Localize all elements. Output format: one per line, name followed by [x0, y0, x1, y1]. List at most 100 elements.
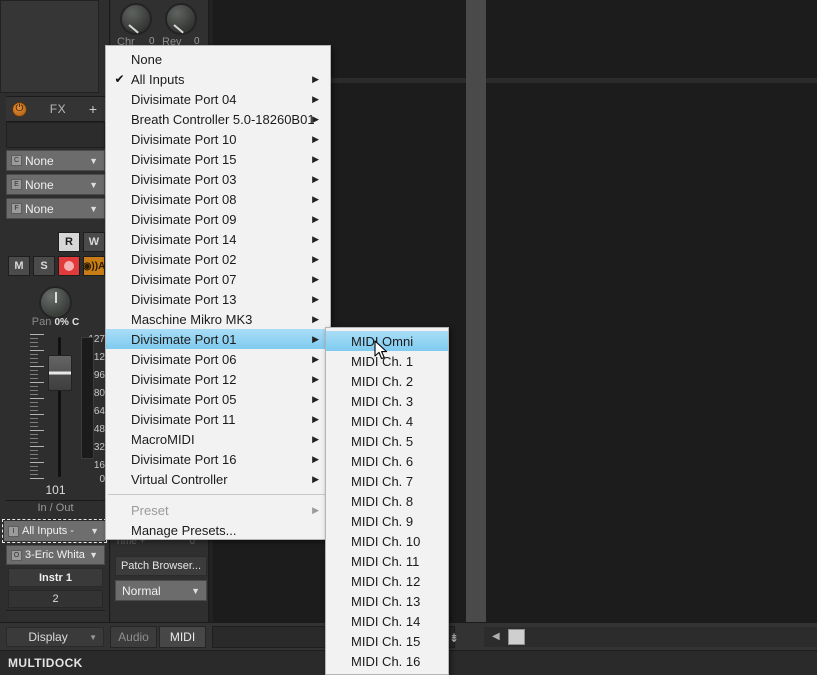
- submenu-item[interactable]: MIDI Ch. 3: [326, 391, 448, 411]
- display-selector[interactable]: Display ▼: [6, 627, 104, 647]
- menu-item[interactable]: Divisimate Port 06 ▶: [106, 349, 330, 369]
- menu-item[interactable]: ✔ All Inputs ▶: [106, 69, 330, 89]
- patch-browser-button[interactable]: Patch Browser...: [115, 556, 207, 576]
- chevron-down-icon[interactable]: ▼: [89, 550, 98, 560]
- menu-item[interactable]: Divisimate Port 16 ▶: [106, 449, 330, 469]
- strip-footer: [6, 610, 105, 620]
- chevron-down-icon[interactable]: ▼: [90, 526, 99, 536]
- chevron-down-icon[interactable]: ▼: [191, 586, 200, 596]
- volume-fader-handle[interactable]: [48, 355, 72, 391]
- menu-item[interactable]: Divisimate Port 07 ▶: [106, 269, 330, 289]
- power-icon[interactable]: ⏻: [12, 101, 27, 117]
- submenu-item[interactable]: MIDI Omni: [326, 331, 448, 351]
- reverb-send-knob[interactable]: [165, 3, 197, 35]
- input-monitor-button[interactable]: ◉)) A: [83, 256, 105, 276]
- submenu-item[interactable]: MIDI Ch. 8: [326, 491, 448, 511]
- write-automation-button[interactable]: W: [83, 232, 105, 252]
- pan-knob[interactable]: [39, 286, 72, 319]
- insert-slot-1[interactable]: C None ▼: [6, 150, 105, 171]
- menu-item[interactable]: MacroMIDI ▶: [106, 429, 330, 449]
- submenu-item-label: MIDI Ch. 8: [351, 493, 414, 509]
- menu-item[interactable]: Divisimate Port 03 ▶: [106, 169, 330, 189]
- submenu-arrow-icon: ▶: [312, 353, 319, 364]
- chevron-down-icon[interactable]: ▼: [89, 633, 97, 642]
- scroll-down-icon[interactable]: ⇟: [449, 631, 459, 645]
- midi-channel-value[interactable]: 2: [8, 590, 103, 608]
- io-divider: [6, 500, 105, 501]
- submenu-item[interactable]: MIDI Ch. 9: [326, 511, 448, 531]
- submenu-item-label: MIDI Ch. 9: [351, 513, 414, 529]
- submenu-arrow-icon: ▶: [312, 233, 319, 244]
- instrument-name[interactable]: Instr 1: [8, 568, 103, 587]
- chevron-down-icon[interactable]: ▼: [89, 180, 98, 190]
- menu-item[interactable]: Divisimate Port 10 ▶: [106, 129, 330, 149]
- submenu-item-label: MIDI Ch. 15: [351, 633, 421, 649]
- submenu-item-label: MIDI Ch. 7: [351, 473, 414, 489]
- submenu-item-label: MIDI Ch. 6: [351, 453, 414, 469]
- menu-item[interactable]: Maschine Mikro MK3 ▶: [106, 309, 330, 329]
- horizontal-scrollbar[interactable]: ◀: [484, 627, 817, 647]
- slot-type-icon: C: [11, 155, 22, 166]
- fx-header-row: ⏻ FX +: [6, 96, 105, 122]
- submenu-arrow-icon: ▶: [312, 273, 319, 284]
- menu-item[interactable]: Divisimate Port 15 ▶: [106, 149, 330, 169]
- fx-slot-empty[interactable]: [6, 122, 105, 148]
- midi-input-selector[interactable]: I All Inputs - ▼: [2, 519, 107, 543]
- submenu-item[interactable]: MIDI Ch. 1: [326, 351, 448, 371]
- submenu-item[interactable]: MIDI Ch. 14: [326, 611, 448, 631]
- menu-item[interactable]: Divisimate Port 04 ▶: [106, 89, 330, 109]
- chevron-down-icon[interactable]: ▼: [89, 204, 98, 214]
- level-meter: [81, 337, 94, 459]
- output-type-icon: O: [11, 549, 22, 561]
- tab-audio[interactable]: Audio: [110, 626, 157, 648]
- midi-output-selector[interactable]: O 3-Eric Whita ▼: [6, 545, 105, 565]
- menu-item-label: Divisimate Port 10: [131, 131, 237, 147]
- chorus-send-knob[interactable]: [120, 3, 152, 35]
- submenu-item[interactable]: MIDI Ch. 10: [326, 531, 448, 551]
- menu-item-label: Divisimate Port 08: [131, 191, 237, 207]
- menu-item-label: All Inputs: [131, 71, 185, 87]
- submenu-item[interactable]: MIDI Ch. 6: [326, 451, 448, 471]
- menu-item[interactable]: Divisimate Port 12 ▶: [106, 369, 330, 389]
- menu-item-label: Virtual Controller: [131, 471, 228, 487]
- submenu-item[interactable]: MIDI Ch. 4: [326, 411, 448, 431]
- patch-mode-selector[interactable]: Normal ▼: [115, 580, 207, 601]
- submenu-item[interactable]: MIDI Ch. 12: [326, 571, 448, 591]
- chevron-down-icon[interactable]: ▼: [89, 156, 98, 166]
- menu-item[interactable]: Divisimate Port 05 ▶: [106, 389, 330, 409]
- menu-item[interactable]: Virtual Controller ▶: [106, 469, 330, 489]
- submenu-item[interactable]: MIDI Ch. 7: [326, 471, 448, 491]
- menu-item[interactable]: Divisimate Port 13 ▶: [106, 289, 330, 309]
- submenu-item[interactable]: MIDI Ch. 2: [326, 371, 448, 391]
- menu-item[interactable]: Breath Controller 5.0-18260B01 ▶: [106, 109, 330, 129]
- submenu-item[interactable]: MIDI Ch. 11: [326, 551, 448, 571]
- solo-button[interactable]: S: [33, 256, 55, 276]
- insert-slot-2[interactable]: E None ▼: [6, 174, 105, 195]
- submenu-item[interactable]: MIDI Ch. 13: [326, 591, 448, 611]
- menu-item[interactable]: Divisimate Port 08 ▶: [106, 189, 330, 209]
- fx-add-button[interactable]: +: [89, 101, 97, 117]
- pan-mode: C: [71, 317, 80, 328]
- app-window: ⏻ FX + C None ▼ E None ▼ F None ▼ R W M …: [0, 0, 817, 675]
- mute-button[interactable]: M: [8, 256, 30, 276]
- record-arm-button[interactable]: [58, 256, 80, 276]
- menu-item[interactable]: Divisimate Port 14 ▶: [106, 229, 330, 249]
- menu-item[interactable]: Manage Presets...: [106, 520, 330, 540]
- submenu-item[interactable]: MIDI Ch. 16: [326, 651, 448, 671]
- menu-item[interactable]: Divisimate Port 09 ▶: [106, 209, 330, 229]
- menu-item-label: Breath Controller 5.0-18260B01: [131, 111, 315, 127]
- menu-item[interactable]: Divisimate Port 11 ▶: [106, 409, 330, 429]
- menu-item-label: Divisimate Port 12: [131, 371, 237, 387]
- submenu-arrow-icon: ▶: [312, 153, 319, 164]
- insert-slot-3[interactable]: F None ▼: [6, 198, 105, 219]
- menu-item[interactable]: None: [106, 49, 330, 69]
- tab-midi[interactable]: MIDI: [159, 626, 206, 648]
- read-automation-button[interactable]: R: [58, 232, 80, 252]
- scroll-left-arrow-icon[interactable]: ◀: [492, 631, 500, 642]
- submenu-arrow-icon: ▶: [312, 393, 319, 404]
- submenu-item[interactable]: MIDI Ch. 5: [326, 431, 448, 451]
- menu-item[interactable]: Divisimate Port 02 ▶: [106, 249, 330, 269]
- submenu-item[interactable]: MIDI Ch. 15: [326, 631, 448, 651]
- menu-item[interactable]: Divisimate Port 01 ▶: [106, 329, 330, 349]
- scrollbar-thumb[interactable]: [508, 629, 525, 645]
